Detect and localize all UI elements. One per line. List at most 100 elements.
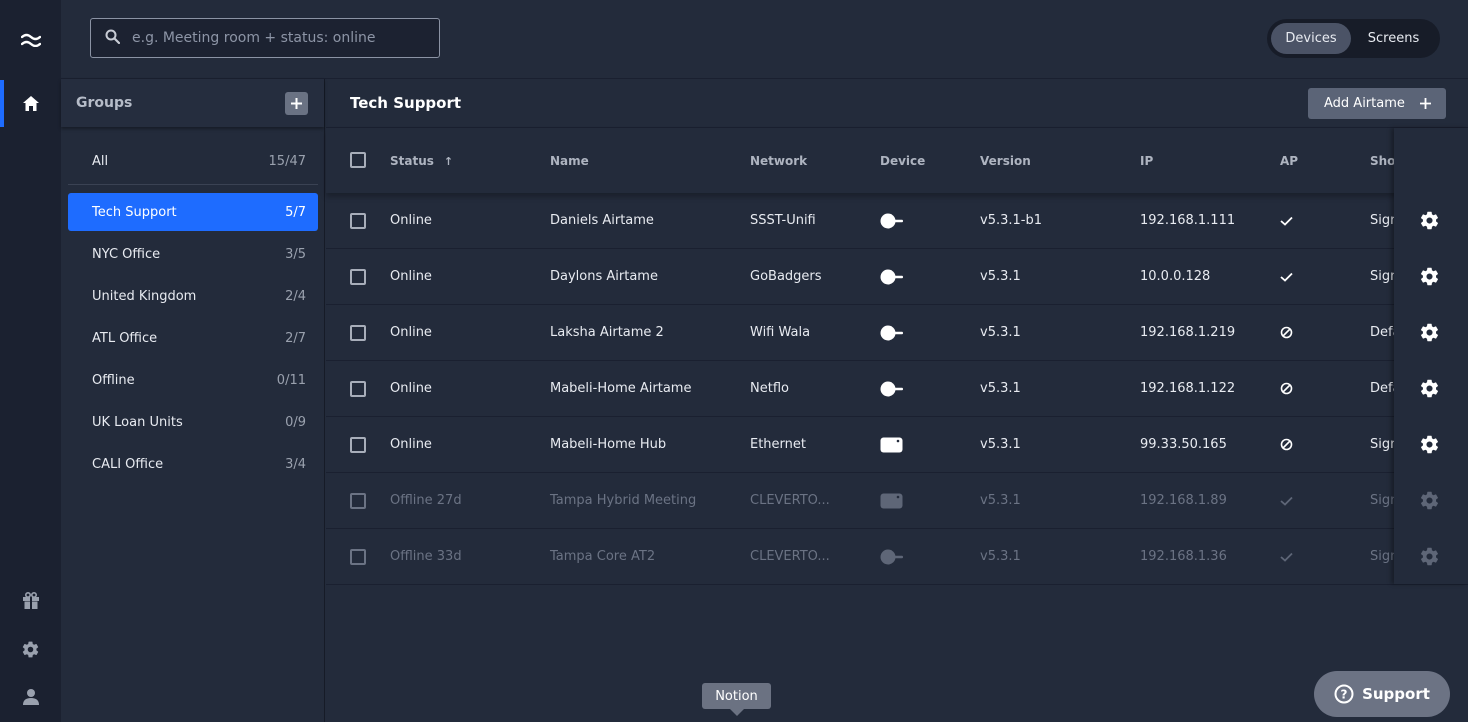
cell-show: Sign [1370, 549, 1396, 564]
cell-name: Mabeli-Home Hub [550, 437, 667, 452]
table-row[interactable]: Online Mabeli-Home Airtame Netflo v5.3.1 192… [326, 361, 1468, 417]
cell-name: Tampa Hybrid Meeting [550, 493, 697, 508]
cell-network: SSST-Unifi [750, 213, 816, 228]
devices-tab[interactable]: Devices [1271, 23, 1351, 54]
group-label: ATL Office [92, 330, 158, 346]
group-item-uk-loan-units[interactable]: UK Loan Units 0/9 [68, 403, 318, 441]
group-label: NYC Office [92, 246, 161, 262]
devices-panel: Tech Support Add Airtame Status ↑ Name Ne… [326, 79, 1468, 722]
plus-icon [291, 97, 302, 109]
support-label: Support [1362, 685, 1430, 703]
gift-icon[interactable] [0, 581, 61, 621]
cell-status: Online [390, 437, 432, 452]
help-icon: ? [1334, 684, 1354, 704]
group-label: UK Loan Units [92, 414, 183, 430]
cell-show: Sign [1370, 437, 1396, 452]
settings-icon[interactable] [0, 629, 61, 669]
row-checkbox[interactable] [350, 549, 366, 565]
group-label: Offline [92, 372, 135, 388]
cell-network: CLEVERTO... [750, 549, 830, 564]
column-header-ap[interactable]: AP [1280, 154, 1298, 168]
row-checkbox[interactable] [350, 381, 366, 397]
table-row[interactable]: Online Daniels Airtame SSST-Unifi v5.3.1-b1… [326, 193, 1468, 249]
groups-panel: Groups All 15/47 Tech Support 5/7 NYC Of… [61, 79, 325, 722]
cell-show: Sign [1370, 269, 1396, 284]
hub-device-icon [880, 417, 903, 472]
column-header-ip[interactable]: IP [1140, 154, 1153, 168]
groups-title: Groups [76, 95, 133, 111]
group-item-offline[interactable]: Offline 0/11 [68, 361, 318, 399]
dongle-device-icon [880, 193, 904, 248]
row-checkbox[interactable] [350, 269, 366, 285]
view-toggle: Devices Screens [1267, 19, 1440, 58]
column-header-show[interactable]: Sho [1370, 154, 1396, 168]
row-checkbox[interactable] [350, 493, 366, 509]
column-header-version[interactable]: Version [980, 154, 1031, 168]
row-checkbox[interactable] [350, 325, 366, 341]
table-row[interactable]: Offline 33d Tampa Core AT2 CLEVERTO... v5.3… [326, 529, 1468, 585]
column-header-network[interactable]: Network [750, 154, 807, 168]
add-group-button[interactable] [285, 91, 308, 115]
row-settings-gear-icon[interactable] [1418, 209, 1440, 231]
cell-ip: 192.168.1.36 [1140, 549, 1227, 564]
column-header-status[interactable]: Status ↑ [390, 154, 453, 168]
row-checkbox[interactable] [350, 213, 366, 229]
cell-status: Online [390, 213, 432, 228]
cell-ip: 192.168.1.89 [1140, 493, 1227, 508]
dongle-device-icon [880, 361, 904, 416]
table-header: Status ↑ Name Network Device Version IP A… [326, 128, 1468, 193]
column-header-device[interactable]: Device [880, 154, 925, 168]
group-count: 15/47 [268, 154, 306, 169]
search-icon [105, 29, 121, 48]
cell-network: Wifi Wala [750, 325, 811, 340]
page-title: Tech Support [350, 94, 462, 112]
table-row[interactable]: Online Daylons Airtame GoBadgers v5.3.1 10.0… [326, 249, 1468, 305]
row-settings-gear-icon[interactable] [1418, 265, 1440, 287]
table-row[interactable]: Online Mabeli-Home Hub Ethernet v5.3.1 99.33… [326, 417, 1468, 473]
cell-version: v5.3.1 [980, 437, 1021, 452]
row-settings-gear-icon[interactable] [1418, 377, 1440, 399]
column-header-name[interactable]: Name [550, 154, 589, 168]
row-settings-gear-icon[interactable] [1418, 545, 1440, 567]
add-airtame-button[interactable]: Add Airtame [1308, 87, 1446, 119]
tooltip: Notion [702, 683, 771, 716]
airtame-logo-icon[interactable] [0, 20, 61, 60]
check-icon [1280, 249, 1293, 304]
group-item-nyc-office[interactable]: NYC Office 3/5 [68, 235, 318, 273]
cell-version: v5.3.1 [980, 325, 1021, 340]
group-count: 3/5 [285, 246, 306, 262]
search-box[interactable] [90, 18, 440, 58]
cell-show: Defa [1370, 381, 1396, 396]
cell-status: Offline 33d [390, 549, 462, 564]
screens-tab[interactable]: Screens [1351, 23, 1436, 54]
user-icon[interactable] [0, 677, 61, 717]
select-all-checkbox[interactable] [350, 152, 366, 168]
group-count: 2/4 [285, 288, 306, 304]
check-icon [1280, 473, 1293, 528]
row-settings-gear-icon[interactable] [1418, 489, 1440, 511]
left-rail [0, 0, 61, 722]
cell-version: v5.3.1-b1 [980, 213, 1042, 228]
table-row[interactable]: Online Laksha Airtame 2 Wifi Wala v5.3.1 192… [326, 305, 1468, 361]
support-button[interactable]: ? Support [1314, 671, 1450, 717]
row-settings-gear-icon[interactable] [1418, 433, 1440, 455]
row-checkbox[interactable] [350, 437, 366, 453]
group-item-tech-support[interactable]: Tech Support 5/7 [68, 193, 318, 231]
cell-status: Online [390, 325, 432, 340]
group-item-cali-office[interactable]: CALI Office 3/4 [68, 445, 318, 483]
cell-network: CLEVERTO... [750, 493, 830, 508]
group-count: 5/7 [285, 204, 306, 220]
group-label: Tech Support [92, 204, 177, 220]
group-item-all[interactable]: All 15/47 [68, 139, 318, 185]
home-icon[interactable] [0, 80, 61, 127]
dongle-device-icon [880, 305, 904, 360]
group-item-atl-office[interactable]: ATL Office 2/7 [68, 319, 318, 357]
search-input[interactable] [132, 30, 422, 46]
devices-header: Tech Support Add Airtame [326, 79, 1468, 128]
dongle-device-icon [880, 529, 904, 584]
cell-network: Ethernet [750, 437, 806, 452]
table-row[interactable]: Offline 27d Tampa Hybrid Meeting CLEVERTO.… [326, 473, 1468, 529]
row-settings-gear-icon[interactable] [1418, 321, 1440, 343]
cell-version: v5.3.1 [980, 549, 1021, 564]
group-item-united-kingdom[interactable]: United Kingdom 2/4 [68, 277, 318, 315]
